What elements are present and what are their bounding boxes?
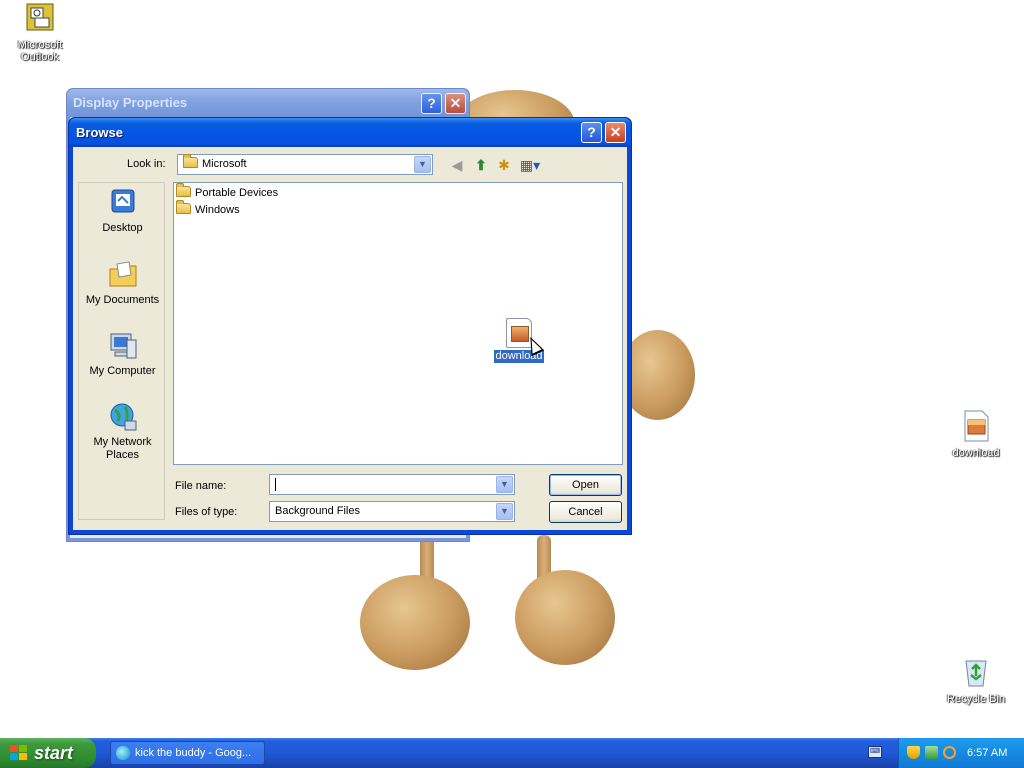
place-network[interactable]: My Network Places: [79, 401, 166, 462]
up-folder-icon[interactable]: ⬆: [471, 156, 491, 174]
keyboard-icon[interactable]: ⌨: [868, 746, 882, 758]
back-icon[interactable]: ◀: [447, 156, 467, 174]
files-of-type-dropdown[interactable]: Background Files ▼: [269, 501, 515, 522]
place-desktop[interactable]: Desktop: [79, 187, 166, 235]
file-name: Portable Devices: [195, 187, 279, 199]
help-button[interactable]: ?: [581, 122, 602, 143]
close-button[interactable]: ✕: [445, 93, 466, 114]
text-caret: [275, 477, 276, 491]
chevron-down-icon[interactable]: ▼: [496, 476, 513, 493]
image-file-icon: [960, 410, 992, 442]
window-title: Display Properties: [67, 89, 469, 117]
recycle-bin-icon: [960, 656, 992, 688]
chevron-down-icon[interactable]: ▼: [414, 156, 431, 173]
desktop-icon-outlook[interactable]: Microsoft Outlook: [0, 2, 80, 63]
folder-icon: [183, 154, 198, 168]
file-name-label: File name:: [175, 480, 227, 492]
list-item[interactable]: Portable Devices: [176, 183, 281, 201]
desktop-icon-label: Microsoft Outlook: [17, 39, 63, 63]
desktop-icon-label: Recycle Bin: [946, 693, 1006, 705]
start-label: start: [34, 743, 74, 763]
places-bar: Desktop My Documents My Computer My Netw…: [78, 182, 165, 520]
network-icon[interactable]: [925, 746, 938, 759]
desktop-icon-label: download: [952, 447, 1000, 459]
cancel-button[interactable]: Cancel: [549, 501, 622, 523]
network-places-icon: [107, 401, 139, 433]
taskbar-item-browser[interactable]: kick the buddy - Goog...: [110, 741, 265, 765]
files-of-type-label: Files of type:: [175, 506, 238, 518]
file-name-input[interactable]: ▼: [269, 474, 515, 495]
start-button[interactable]: start: [0, 738, 96, 768]
look-in-value: Microsoft: [202, 158, 247, 170]
security-shield-icon[interactable]: [907, 746, 920, 759]
desktop-icon: [107, 187, 139, 219]
my-documents-icon: [107, 259, 139, 291]
help-button[interactable]: ?: [421, 93, 442, 114]
files-of-type-value: Background Files: [275, 505, 360, 517]
my-computer-icon: [107, 330, 139, 362]
place-my-documents[interactable]: My Documents: [79, 259, 166, 307]
browse-dialog[interactable]: Browse ? ✕ Look in: Microsoft ▼ ◀ ⬆ ✱ ▦▾…: [68, 117, 632, 535]
view-menu-icon[interactable]: ▦▾: [517, 156, 543, 174]
place-label: My Documents: [85, 294, 160, 306]
outlook-icon: [24, 2, 56, 34]
taskbar: start kick the buddy - Goog... ⌨ 6:57 AM: [0, 738, 1024, 768]
file-name: Windows: [195, 204, 240, 216]
place-label: My Network Places: [93, 436, 152, 461]
look-in-label: Look in:: [127, 158, 166, 170]
windows-logo-icon: [10, 745, 28, 761]
look-in-dropdown[interactable]: Microsoft ▼: [177, 154, 433, 175]
buddy-foot-right: [515, 570, 615, 665]
place-label: Desktop: [102, 222, 143, 234]
dialog-title: Browse: [69, 118, 631, 147]
search-icon[interactable]: [943, 746, 956, 759]
buddy-foot-left: [360, 575, 470, 670]
place-my-computer[interactable]: My Computer: [79, 330, 166, 378]
list-item[interactable]: Windows: [176, 200, 243, 218]
place-label: My Computer: [89, 365, 156, 377]
folder-icon: [176, 200, 191, 214]
desktop-icon-download[interactable]: download: [936, 410, 1016, 459]
system-tray: 6:57 AM: [898, 738, 1024, 768]
new-folder-icon[interactable]: ✱: [494, 156, 514, 174]
file-list[interactable]: Portable Devices Windows: [173, 182, 623, 465]
desktop-icon-recycle-bin[interactable]: Recycle Bin: [936, 656, 1016, 705]
browser-icon: [116, 746, 130, 760]
open-button[interactable]: Open: [549, 474, 622, 496]
folder-icon: [176, 183, 191, 197]
close-button[interactable]: ✕: [605, 122, 626, 143]
chevron-down-icon[interactable]: ▼: [496, 503, 513, 520]
clock[interactable]: 6:57 AM: [967, 738, 1007, 768]
taskbar-item-label: kick the buddy - Goog...: [135, 747, 252, 759]
